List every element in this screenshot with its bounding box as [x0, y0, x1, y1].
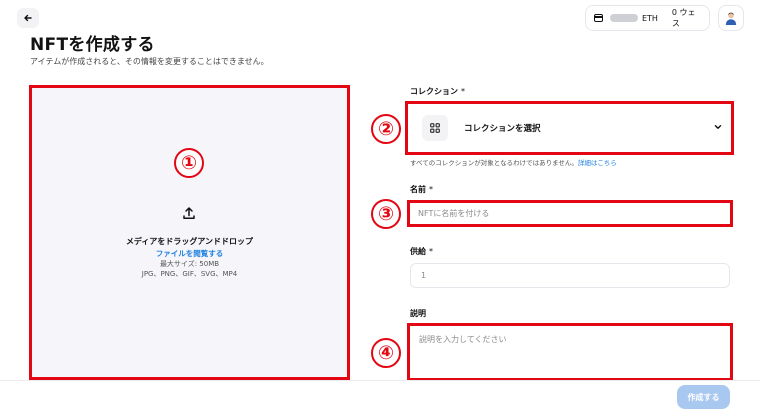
- back-arrow-icon: [24, 14, 32, 22]
- annotation-4: ④: [371, 338, 401, 368]
- dropzone-max-size: 最大サイズ: 50MB: [159, 260, 220, 268]
- collection-select-highlight: コレクションを選択: [405, 101, 734, 155]
- collection-label: コレクション *: [410, 86, 465, 97]
- avatar-icon: [725, 12, 737, 25]
- supply-label: 供給 *: [410, 246, 433, 257]
- name-input[interactable]: NFTに名前を付ける: [407, 200, 733, 227]
- media-dropzone[interactable]: [29, 85, 350, 380]
- wallet-weth: 0 ウェス: [671, 8, 696, 28]
- wallet-balance[interactable]: ETH 0 ウェス: [585, 5, 710, 31]
- back-button[interactable]: [17, 8, 39, 28]
- supply-input[interactable]: 1: [410, 263, 730, 288]
- profile-button[interactable]: [718, 5, 744, 31]
- browse-files-link[interactable]: ファイルを閲覧する: [29, 248, 350, 259]
- annotation-1: ①: [174, 148, 204, 178]
- description-label: 説明: [410, 309, 426, 318]
- annotation-2: ②: [371, 114, 401, 144]
- create-button[interactable]: 作成する: [677, 385, 730, 409]
- collection-helper: すべてのコレクションが対象となるわけではありません。詳細はこちら: [410, 157, 617, 167]
- collection-helper-text: すべてのコレクションが対象となるわけではありません。: [410, 159, 578, 167]
- required-mark: *: [461, 87, 465, 96]
- dropzone-main-text: メディアをドラッグアンドドロップ: [125, 237, 254, 246]
- wallet-card-icon: [594, 14, 604, 22]
- name-label-text: 名前: [410, 185, 426, 194]
- description-input[interactable]: 説明を入力してください: [407, 323, 733, 381]
- upload-icon: [183, 207, 195, 219]
- grid-tile: [422, 115, 448, 141]
- footer-bar: [0, 380, 760, 417]
- grid-icon: [430, 123, 440, 133]
- collection-label-text: コレクション: [410, 87, 458, 96]
- chevron-down-icon: [714, 125, 722, 129]
- wallet-currency: ETH: [641, 13, 658, 23]
- learn-more-link[interactable]: 詳細はこちら: [578, 159, 617, 167]
- supply-label-text: 供給: [410, 247, 426, 256]
- blurred-balance: [610, 14, 638, 22]
- collection-select[interactable]: コレクションを選択: [416, 110, 723, 146]
- dropzone-file-types: JPG、PNG、GIF、SVG、MP4: [141, 270, 238, 278]
- collection-select-text: コレクションを選択: [464, 124, 541, 134]
- page-title: NFTを作成する: [30, 35, 155, 55]
- annotation-3: ③: [371, 199, 401, 229]
- name-label: 名前 *: [410, 184, 433, 195]
- page-subtitle: アイテムが作成されると、その情報を変更することはできません。: [30, 57, 269, 66]
- required-mark: *: [429, 247, 433, 256]
- required-mark: *: [429, 185, 433, 194]
